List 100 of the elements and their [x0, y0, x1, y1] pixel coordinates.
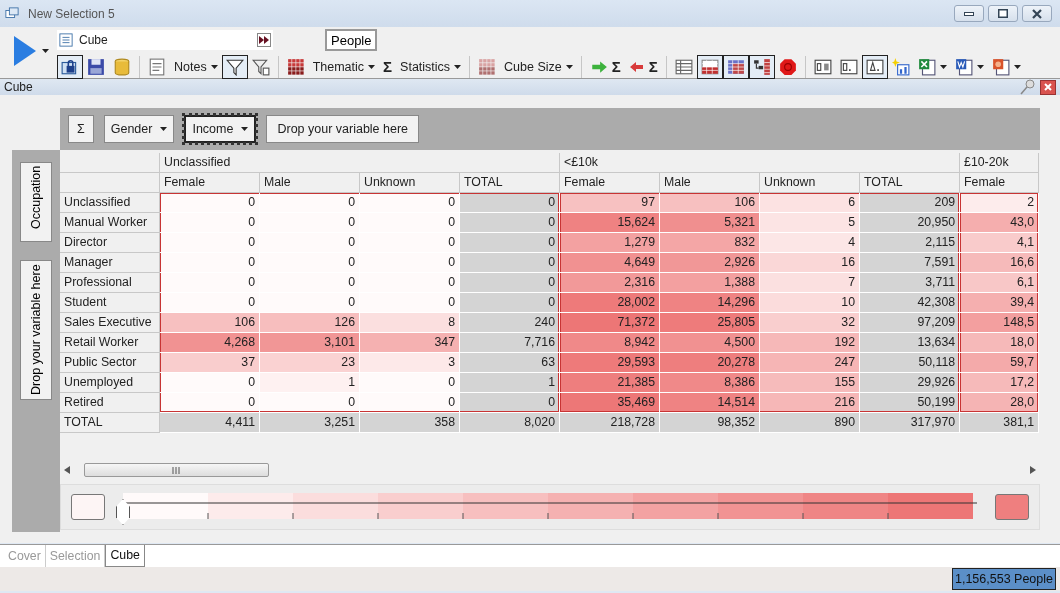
table-cell: 0 [160, 393, 260, 413]
table-cell: 39,4 [960, 293, 1040, 313]
total-cell: 50,118 [860, 353, 961, 373]
close-icon [1032, 8, 1042, 19]
value-format-icon [839, 58, 858, 76]
table-cell: 20,278 [660, 353, 761, 373]
format-button[interactable] [861, 55, 888, 79]
drop-target[interactable]: Drop your variable here [266, 115, 420, 143]
lock-button[interactable] [57, 55, 83, 79]
table-cell: 0 [260, 293, 360, 313]
slider-thumb[interactable] [116, 499, 130, 525]
stop-icon [778, 58, 797, 76]
table-cell: 71,372 [560, 313, 661, 333]
total-cell: 209 [860, 193, 961, 213]
label-format-icon [813, 58, 832, 76]
total-cell: 381,1 [960, 413, 1040, 433]
drop-target[interactable]: Drop your variable here [20, 260, 52, 400]
table-cell: 192 [760, 333, 861, 353]
row-header: Public Sector [60, 353, 160, 373]
high-color-swatch[interactable] [995, 494, 1029, 520]
table-cell: 14,296 [660, 293, 761, 313]
table-cell: 1 [260, 373, 360, 393]
table-cell: 15,624 [560, 213, 661, 233]
table-cell: 0 [260, 193, 360, 213]
table-cell: 2 [960, 193, 1040, 213]
total-cell: 7,591 [860, 253, 961, 273]
table-cell: 216 [760, 393, 861, 413]
table-cell: 14,514 [660, 393, 761, 413]
notes-button[interactable]: Notes [144, 55, 222, 79]
table-cell: 0 [160, 193, 260, 213]
tree-button[interactable] [748, 55, 775, 79]
cube-size-button[interactable]: Cube Size [474, 55, 577, 79]
list-icon [674, 58, 693, 76]
table-cell: 4,268 [160, 333, 260, 353]
column-header: Female [160, 173, 260, 193]
grid-icon [286, 58, 305, 76]
total-cell: 29,926 [860, 373, 961, 393]
population-button[interactable]: People [325, 29, 378, 51]
low-color-swatch[interactable] [71, 494, 105, 520]
sum-button[interactable]: Σ [68, 115, 94, 143]
table-cell: 4,649 [560, 253, 661, 273]
maximize-icon [998, 9, 1008, 18]
table-cell: 0 [360, 213, 460, 233]
table-cell: 35,469 [560, 393, 661, 413]
row-header: Manual Worker [60, 213, 160, 233]
column-header: Unknown [760, 173, 861, 193]
filter-button[interactable] [221, 55, 248, 79]
total-cell: 317,970 [860, 413, 961, 433]
row-header: Unemployed [60, 373, 160, 393]
total-cell: 97,209 [860, 313, 961, 333]
table-cell: 29,593 [560, 353, 661, 373]
table-cell: 0 [260, 213, 360, 233]
total-cell: 4,411 [160, 413, 260, 433]
close-button[interactable] [1022, 5, 1052, 22]
variable-button[interactable]: Gender [103, 115, 175, 143]
window-icon [4, 6, 20, 21]
total-cell: 2,115 [860, 233, 961, 253]
forward-button[interactable] [257, 33, 271, 47]
table-cell: 3 [360, 353, 460, 373]
grid-icon [700, 58, 719, 76]
grid-button[interactable] [722, 55, 749, 79]
column-group-header: <£10k [560, 153, 961, 173]
table-cell: 0 [260, 393, 360, 413]
table-cell: 0 [360, 253, 460, 273]
caret-icon [42, 48, 49, 54]
tab[interactable]: Cube [105, 545, 145, 567]
total-cell: 98,352 [660, 413, 761, 433]
table-cell: 8,942 [560, 333, 661, 353]
table-cell: 25,805 [660, 313, 761, 333]
thematic-button[interactable]: Thematic [282, 55, 380, 79]
table-cell: 6 [760, 193, 861, 213]
table-cell: 4,1 [960, 233, 1040, 253]
table-cell: 7 [760, 273, 861, 293]
table-cell: 832 [660, 233, 761, 253]
table-cell: 126 [260, 313, 360, 333]
table-cell: 3,101 [260, 333, 360, 353]
table-cell: 17,2 [960, 373, 1040, 393]
table-cell: 347 [360, 333, 460, 353]
table-cell: 59,7 [960, 353, 1040, 373]
variable-button[interactable]: Occupation [20, 162, 52, 242]
caret-icon [939, 64, 947, 70]
total-cell: 3,251 [260, 413, 360, 433]
remove-sum-button[interactable]: Σ [624, 55, 662, 79]
grid-button[interactable] [696, 55, 723, 79]
variable-button[interactable]: Income [184, 115, 257, 143]
minimize-button[interactable] [954, 5, 984, 22]
table-cell: 2,316 [560, 273, 661, 293]
database-icon [113, 58, 131, 76]
table-cell: 0 [360, 193, 460, 213]
table-cell: 28,002 [560, 293, 661, 313]
statistics-button[interactable]: Σ Statistics [379, 55, 466, 79]
column-header: TOTAL [860, 173, 961, 193]
table-cell: 0 [160, 233, 260, 253]
grid-icon [478, 58, 497, 76]
total-cell: 0 [460, 273, 561, 293]
close-button[interactable] [1040, 79, 1056, 95]
table-cell: 0 [160, 293, 260, 313]
maximize-button[interactable] [988, 5, 1018, 22]
add-sum-button[interactable]: Σ [585, 55, 625, 79]
view-select[interactable]: Cube [57, 30, 273, 50]
